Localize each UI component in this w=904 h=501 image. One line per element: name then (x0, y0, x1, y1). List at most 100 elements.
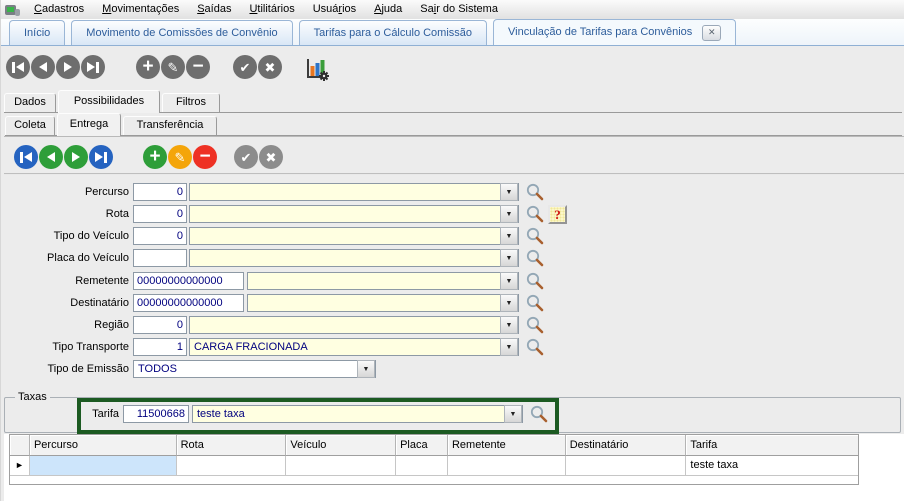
last-record-button[interactable] (81, 55, 105, 79)
tab-vinculacao-tarifas[interactable]: Vinculação de Tarifas para Convênios ✕ (493, 19, 736, 45)
column-header[interactable]: Veículo (286, 435, 396, 456)
column-header[interactable]: Destinatário (566, 435, 687, 456)
chevron-down-icon[interactable]: ▼ (504, 405, 522, 423)
search-icon[interactable] (525, 248, 545, 268)
tipo-transporte-code-input[interactable] (133, 338, 187, 356)
search-icon[interactable] (525, 204, 545, 224)
chevron-down-icon[interactable]: ▼ (500, 249, 518, 267)
chevron-down-icon[interactable]: ▼ (500, 205, 518, 223)
cell-percurso[interactable] (30, 456, 177, 476)
next-record-button[interactable] (56, 55, 80, 79)
tab-possibilidades[interactable]: Possibilidades (58, 90, 160, 113)
edit-record-button[interactable]: ✎ (161, 55, 185, 79)
field-label: Tarifa (0, 408, 119, 420)
post-record-button[interactable]: ✔ (234, 145, 258, 169)
cell-remetente[interactable] (448, 456, 566, 476)
destinatario-code-input[interactable] (133, 294, 244, 312)
first-record-button[interactable] (14, 145, 38, 169)
tipo-emissao-select[interactable]: TODOS▼ (133, 360, 376, 378)
tab-transferencia[interactable]: Transferência (123, 116, 217, 135)
first-record-button[interactable] (6, 55, 30, 79)
form-divider (4, 173, 904, 175)
pencil-icon: ✎ (175, 151, 186, 164)
insert-record-button[interactable]: + (143, 145, 167, 169)
tarifa-code-input[interactable] (123, 405, 189, 423)
last-record-button[interactable] (89, 145, 113, 169)
rota-code-input[interactable] (133, 205, 187, 223)
prior-record-button[interactable] (39, 145, 63, 169)
cell-destinatario[interactable] (566, 456, 687, 476)
chevron-down-icon[interactable]: ▼ (500, 294, 518, 312)
regiao-code-input[interactable] (133, 316, 187, 334)
cell-veiculo[interactable] (286, 456, 396, 476)
next-record-button[interactable] (64, 145, 88, 169)
remetente-code-input[interactable] (133, 272, 244, 290)
menu-movimentacoes[interactable]: Movimentações (93, 0, 188, 19)
cell-rota[interactable] (177, 456, 287, 476)
search-icon[interactable] (525, 226, 545, 246)
placa-code-input[interactable] (133, 249, 187, 267)
tab-entrega[interactable]: Entrega (57, 113, 121, 136)
menu-saidas[interactable]: Saídas (188, 0, 240, 19)
search-icon[interactable] (525, 293, 545, 313)
percurso-combo[interactable]: ▼ (189, 183, 519, 201)
cancel-record-button[interactable]: ✖ (258, 55, 282, 79)
search-icon[interactable] (525, 315, 545, 335)
search-icon[interactable] (525, 271, 545, 291)
chevron-down-icon[interactable]: ▼ (500, 316, 518, 334)
tab-filtros[interactable]: Filtros (162, 93, 220, 112)
tipo-veiculo-code-input[interactable] (133, 227, 187, 245)
column-header[interactable]: Remetente (448, 435, 566, 456)
rota-combo[interactable]: ▼ (189, 205, 519, 223)
menu-ajuda[interactable]: Ajuda (365, 0, 411, 19)
chart-settings-icon[interactable] (303, 56, 331, 82)
search-icon[interactable] (529, 404, 549, 424)
chevron-down-icon[interactable]: ▼ (500, 272, 518, 290)
tipo-transporte-combo[interactable]: CARGA FRACIONADA▼ (189, 338, 519, 356)
column-header[interactable]: Rota (177, 435, 287, 456)
search-icon[interactable] (525, 337, 545, 357)
search-icon[interactable] (525, 182, 545, 202)
remetente-combo[interactable]: ▼ (247, 272, 519, 290)
delete-record-button[interactable]: − (186, 55, 210, 79)
column-header[interactable]: Percurso (30, 435, 177, 456)
column-header[interactable]: Tarifa (686, 435, 858, 456)
group-label: Taxas (15, 391, 50, 403)
chevron-down-icon[interactable]: ▼ (357, 360, 375, 378)
tab-tarifas-calculo[interactable]: Tarifas para o Cálculo Comissão (299, 20, 487, 45)
tab-movimento-comissoes[interactable]: Movimento de Comissões de Convênio (71, 20, 292, 45)
cell-placa[interactable] (396, 456, 448, 476)
chevron-down-icon[interactable]: ▼ (500, 183, 518, 201)
cancel-record-button[interactable]: ✖ (259, 145, 283, 169)
close-tab-icon[interactable]: ✕ (702, 25, 721, 41)
tarifa-combo[interactable]: teste taxa▼ (192, 405, 523, 423)
post-record-button[interactable]: ✔ (233, 55, 257, 79)
chevron-down-icon[interactable]: ▼ (500, 227, 518, 245)
tipo-veiculo-combo[interactable]: ▼ (189, 227, 519, 245)
insert-record-button[interactable]: + (136, 55, 160, 79)
form-row-placa: Placa do Veículo ▼ (1, 249, 904, 268)
destinatario-combo[interactable]: ▼ (247, 294, 519, 312)
menu-utilitarios[interactable]: Utilitários (240, 0, 303, 19)
cell-tarifa[interactable]: teste taxa (686, 456, 858, 476)
edit-record-button[interactable]: ✎ (168, 145, 192, 169)
field-label: Placa do Veículo (1, 252, 129, 264)
tab-inicio[interactable]: Início (9, 20, 65, 45)
tab-coleta[interactable]: Coleta (5, 116, 55, 135)
menu-usuarios[interactable]: Usuários (304, 0, 365, 19)
menu-cadastros[interactable]: Cadastros (25, 0, 93, 19)
pencil-icon: ✎ (168, 61, 179, 74)
prior-record-button[interactable] (31, 55, 55, 79)
regiao-combo[interactable]: ▼ (189, 316, 519, 334)
help-button[interactable]: ? (548, 205, 567, 224)
delete-record-button[interactable]: − (193, 145, 217, 169)
x-icon: ✖ (266, 151, 277, 164)
percurso-code-input[interactable] (133, 183, 187, 201)
form-row-rota: Rota ▼ ? (1, 205, 904, 224)
placa-combo[interactable]: ▼ (189, 249, 519, 267)
menu-sair-do-sistema[interactable]: Sair do Sistema (411, 0, 507, 19)
possibilidades-tabset: Coleta Entrega Transferência (5, 112, 902, 136)
tab-dados[interactable]: Dados (4, 93, 56, 112)
chevron-down-icon[interactable]: ▼ (500, 338, 518, 356)
column-header[interactable]: Placa (396, 435, 448, 456)
